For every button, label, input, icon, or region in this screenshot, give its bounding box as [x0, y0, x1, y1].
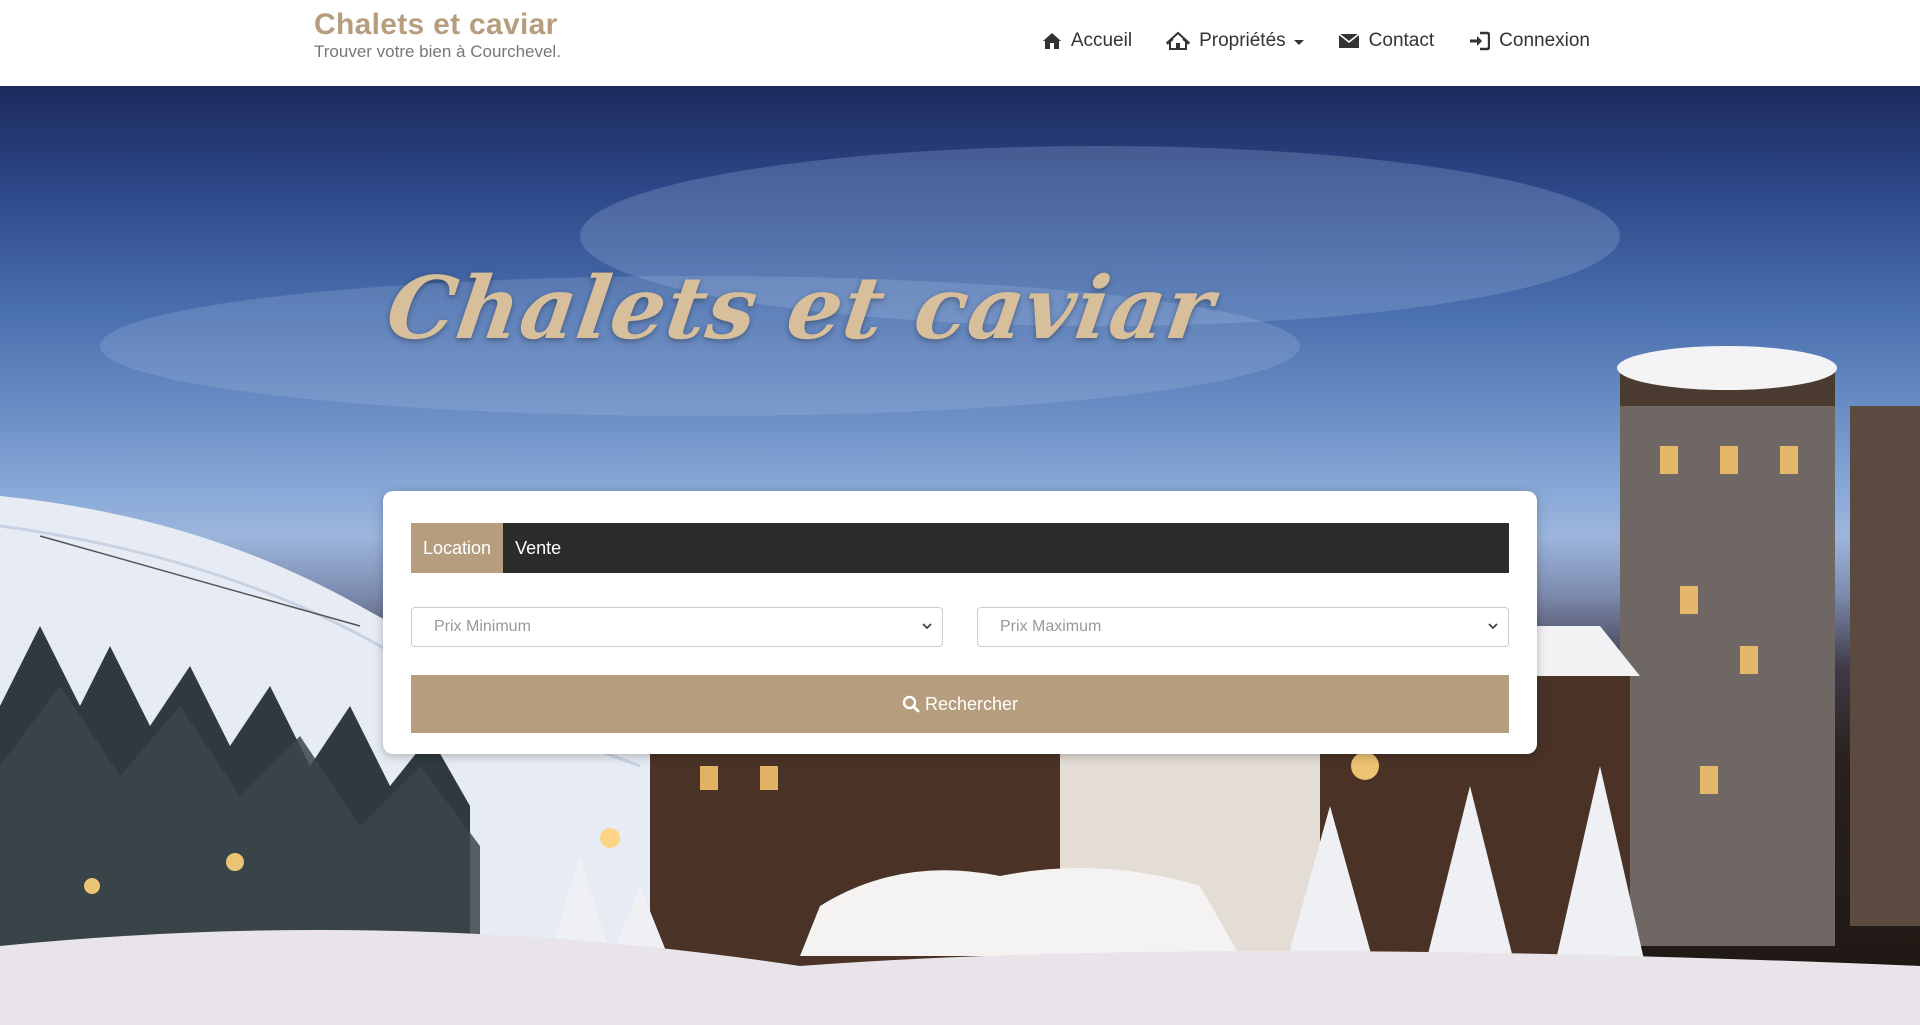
nav-item-label: Accueil — [1070, 30, 1133, 51]
hero-title: Chalets et caviar — [380, 258, 1221, 359]
nav-item-label: Contact — [1368, 30, 1435, 51]
nav-item-contact[interactable]: Contact — [1338, 26, 1434, 56]
nav-item-proprietes[interactable]: Propriétés — [1166, 26, 1304, 56]
chevron-down-icon — [922, 623, 932, 630]
home-icon — [1042, 33, 1061, 49]
search-button[interactable]: Rechercher — [411, 675, 1509, 733]
search-button-label: Rechercher — [924, 693, 1019, 714]
chevron-down-icon — [1488, 623, 1498, 630]
tab-location[interactable]: Location — [411, 523, 504, 573]
properties-icon — [1166, 31, 1191, 50]
nav-item-connexion[interactable]: Connexion — [1468, 26, 1590, 56]
tab-vente[interactable]: Vente — [503, 523, 573, 573]
nav-item-label: Connexion — [1499, 30, 1590, 51]
caret-down-icon — [1293, 39, 1304, 45]
nav-item-label: Propriétés — [1199, 30, 1286, 51]
hero-section: Chalets et caviar Location Vente Prix Mi… — [0, 86, 1920, 1025]
login-icon — [1470, 31, 1491, 51]
main-nav: Accueil Propriétés Contact Connexion — [1008, 26, 1590, 56]
nav-item-accueil[interactable]: Accueil — [1042, 26, 1132, 56]
search-panel: Location Vente Prix Minimum Prix Maximum… — [383, 491, 1537, 754]
search-icon — [902, 695, 920, 713]
search-tabs: Location Vente — [411, 523, 1509, 573]
max-price-select[interactable]: Prix Maximum — [977, 607, 1509, 647]
brand-tagline: Trouver votre bien à Courchevel. — [314, 42, 561, 61]
envelope-icon — [1338, 33, 1360, 48]
max-price-placeholder: Prix Maximum — [1000, 618, 1102, 635]
brand[interactable]: Chalets et caviar Trouver votre bien à C… — [314, 8, 561, 62]
top-navbar: Chalets et caviar Trouver votre bien à C… — [0, 0, 1920, 86]
min-price-select[interactable]: Prix Minimum — [411, 607, 943, 647]
brand-title[interactable]: Chalets et caviar — [314, 8, 561, 42]
min-price-placeholder: Prix Minimum — [434, 618, 531, 635]
